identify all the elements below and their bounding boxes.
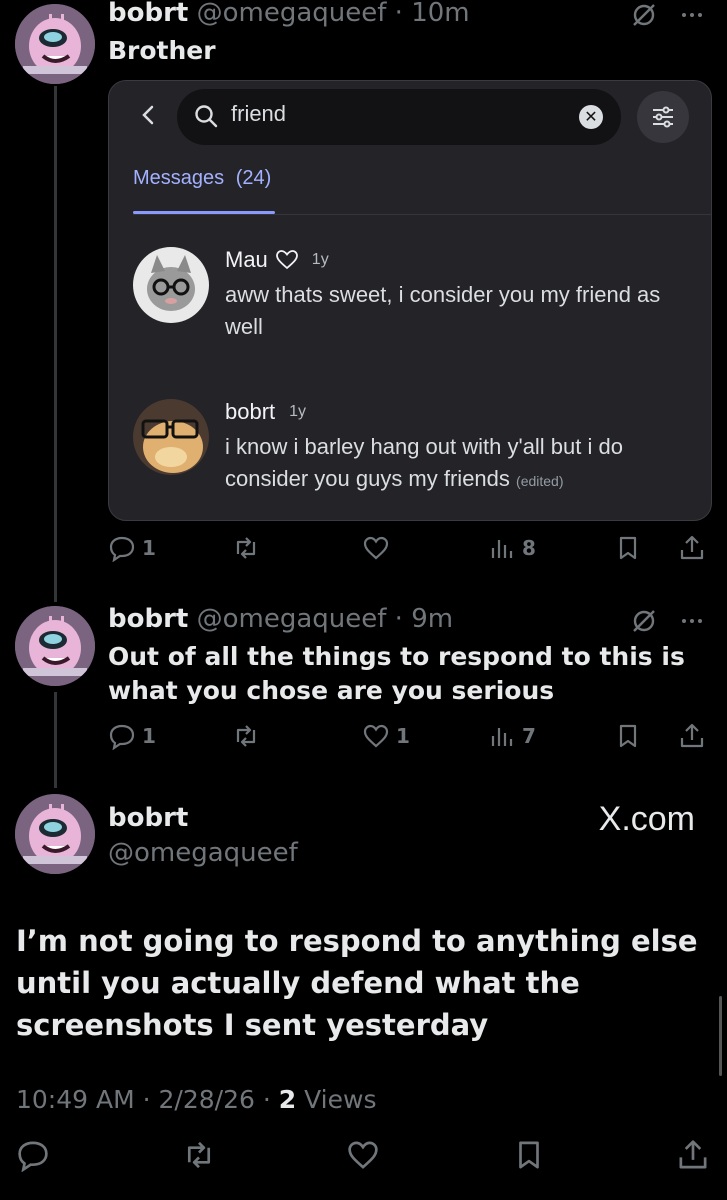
tweet-time[interactable]: 9m bbox=[411, 604, 453, 634]
like-button[interactable]: 1 bbox=[362, 722, 410, 750]
avatar[interactable] bbox=[133, 247, 209, 323]
message-author[interactable]: Mau bbox=[225, 247, 268, 273]
avatar[interactable] bbox=[133, 399, 209, 475]
divider bbox=[133, 214, 711, 215]
views-count: 7 bbox=[522, 724, 536, 748]
views-count[interactable]: 2 bbox=[279, 1085, 296, 1114]
grok-icon[interactable] bbox=[631, 608, 657, 634]
separator-dot: · bbox=[262, 1085, 271, 1114]
author-name[interactable]: bobrt bbox=[108, 0, 188, 28]
reply-icon bbox=[109, 536, 135, 562]
views-icon bbox=[491, 728, 513, 746]
like-button[interactable] bbox=[362, 534, 396, 562]
tweet-time[interactable]: 10m bbox=[411, 0, 469, 28]
edited-tag: (edited) bbox=[516, 473, 564, 489]
message-text: i know i barley hang out with y'all but … bbox=[225, 431, 685, 497]
focused-actions bbox=[0, 1138, 727, 1182]
retweet-icon bbox=[236, 537, 256, 559]
back-icon[interactable] bbox=[137, 103, 161, 127]
views-button[interactable]: 7 bbox=[488, 722, 536, 750]
share-icon[interactable] bbox=[676, 1138, 710, 1172]
reply-icon bbox=[109, 724, 135, 750]
bookmark-icon bbox=[619, 724, 637, 748]
tweet-actions: 1 1 7 bbox=[108, 722, 708, 756]
tweet-header: bobrt @omegaqueef · 9m bbox=[108, 604, 453, 634]
share-button[interactable] bbox=[678, 722, 706, 750]
author-name[interactable]: bobrt bbox=[108, 803, 188, 833]
tweet-text: Brother bbox=[108, 36, 216, 65]
tweet-actions: 1 8 bbox=[108, 534, 708, 568]
search-value: friend bbox=[231, 101, 287, 126]
tab-messages[interactable]: Messages (24) bbox=[133, 167, 271, 190]
grok-icon[interactable] bbox=[631, 2, 657, 28]
retweet-icon[interactable] bbox=[182, 1138, 216, 1172]
scrollbar[interactable] bbox=[719, 996, 722, 1076]
retweet-button[interactable] bbox=[232, 534, 266, 562]
bookmark-button[interactable] bbox=[614, 722, 642, 750]
reply-count: 1 bbox=[142, 536, 156, 560]
message-author-row: bobrt 1y bbox=[225, 399, 306, 425]
reply-count: 1 bbox=[142, 724, 156, 748]
tweet-header-icons bbox=[631, 608, 705, 634]
filter-button[interactable] bbox=[637, 91, 689, 143]
message-author[interactable]: bobrt bbox=[225, 399, 275, 425]
message-author-row: Mau 1y bbox=[225, 247, 329, 273]
thread-line-bottom bbox=[54, 692, 57, 788]
message-time: 1y bbox=[311, 251, 329, 268]
author-handle[interactable]: @omegaqueef bbox=[108, 838, 298, 868]
tweet-text: Out of all the things to respond to this… bbox=[108, 642, 685, 705]
more-icon[interactable] bbox=[679, 2, 705, 28]
filter-icon bbox=[653, 106, 673, 128]
views-count: 8 bbox=[522, 536, 536, 560]
separator-dot: · bbox=[394, 604, 403, 634]
tweet-text: I’m not going to respond to anything els… bbox=[16, 924, 698, 1042]
tweet-meta: 10:49 AM · 2/28/26 · 2 Views bbox=[16, 1085, 376, 1114]
reply-button[interactable]: 1 bbox=[108, 534, 156, 562]
message-text: aww thats sweet, i consider you my frien… bbox=[225, 282, 661, 339]
search-input[interactable]: friend ✕ bbox=[177, 89, 621, 145]
like-icon[interactable] bbox=[346, 1138, 380, 1172]
like-icon bbox=[363, 536, 389, 560]
tweet-header-icons bbox=[631, 2, 705, 28]
views-button[interactable]: 8 bbox=[488, 534, 536, 562]
separator-dot: · bbox=[142, 1085, 151, 1114]
heart-icon bbox=[275, 250, 298, 270]
message-item[interactable]: bobrt 1y i know i barley hang out with y… bbox=[133, 399, 693, 499]
reply-icon[interactable] bbox=[16, 1138, 50, 1172]
bookmark-icon[interactable] bbox=[512, 1138, 546, 1172]
author-handle[interactable]: @omegaqueef bbox=[197, 604, 387, 634]
bookmark-icon bbox=[619, 536, 637, 560]
retweet-icon bbox=[236, 725, 256, 747]
avatar[interactable] bbox=[15, 4, 95, 84]
thread-line-top bbox=[54, 86, 57, 602]
share-button[interactable] bbox=[678, 534, 706, 562]
author-name[interactable]: bobrt bbox=[108, 604, 188, 634]
clear-icon[interactable]: ✕ bbox=[579, 105, 603, 129]
author-handle[interactable]: @omegaqueef bbox=[197, 0, 387, 28]
embedded-screenshot[interactable]: friend ✕ Messages (24) Mau 1y aww thats … bbox=[108, 80, 712, 521]
tweet-header: bobrt @omegaqueef · 10m bbox=[108, 0, 470, 28]
like-count: 1 bbox=[396, 724, 410, 748]
views-label: Views bbox=[304, 1085, 377, 1114]
tweet-date[interactable]: 2/28/26 bbox=[159, 1085, 255, 1114]
avatar[interactable] bbox=[15, 606, 95, 686]
separator-dot: · bbox=[394, 0, 403, 28]
avatar[interactable] bbox=[15, 794, 95, 874]
tab-messages-label: Messages bbox=[133, 167, 225, 189]
search-icon bbox=[195, 105, 218, 128]
share-icon bbox=[680, 535, 704, 560]
reply-button[interactable]: 1 bbox=[108, 722, 156, 750]
tab-messages-count: (24) bbox=[235, 167, 272, 189]
message-time: 1y bbox=[289, 403, 307, 420]
more-icon[interactable] bbox=[679, 608, 705, 634]
brand-watermark: X.com bbox=[598, 800, 695, 838]
share-icon bbox=[680, 723, 704, 748]
retweet-button[interactable] bbox=[232, 722, 266, 750]
tweet-timestamp[interactable]: 10:49 AM bbox=[16, 1085, 135, 1114]
bookmark-button[interactable] bbox=[614, 534, 642, 562]
views-icon bbox=[491, 540, 513, 558]
like-icon bbox=[363, 724, 389, 748]
message-item[interactable]: Mau 1y aww thats sweet, i consider you m… bbox=[133, 247, 693, 347]
